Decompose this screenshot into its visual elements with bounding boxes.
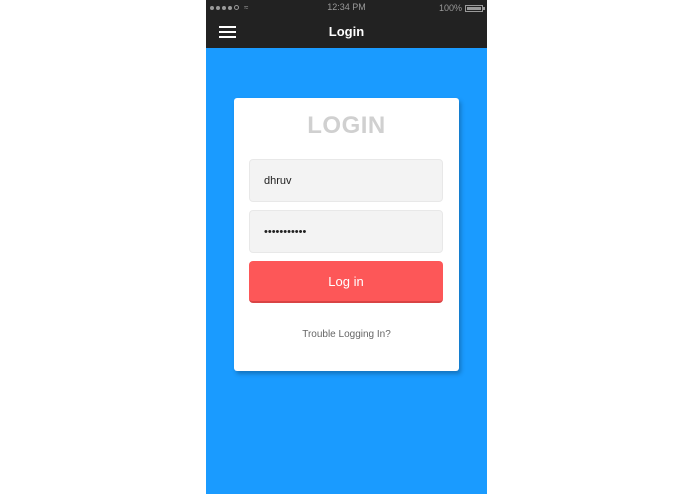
password-input[interactable]: [250, 211, 442, 252]
status-bar: ≈ 12:34 PM 100%: [206, 0, 487, 16]
username-field-container: [249, 159, 443, 202]
phone-screen: ≈ 12:34 PM 100% Login LOGIN Log in Troub…: [206, 0, 487, 494]
page-title: Login: [328, 24, 365, 39]
battery-indicator: 100%: [438, 3, 485, 13]
battery-icon: [465, 4, 485, 12]
trouble-logging-in-link[interactable]: Trouble Logging In?: [234, 329, 459, 340]
battery-percent: 100%: [438, 3, 462, 13]
login-button[interactable]: Log in: [249, 261, 443, 303]
password-field-container: [249, 210, 443, 253]
navigation-bar: Login: [206, 16, 487, 48]
login-card: LOGIN Log in Trouble Logging In?: [234, 98, 459, 371]
username-input[interactable]: [250, 160, 442, 201]
login-heading: LOGIN: [307, 112, 386, 139]
